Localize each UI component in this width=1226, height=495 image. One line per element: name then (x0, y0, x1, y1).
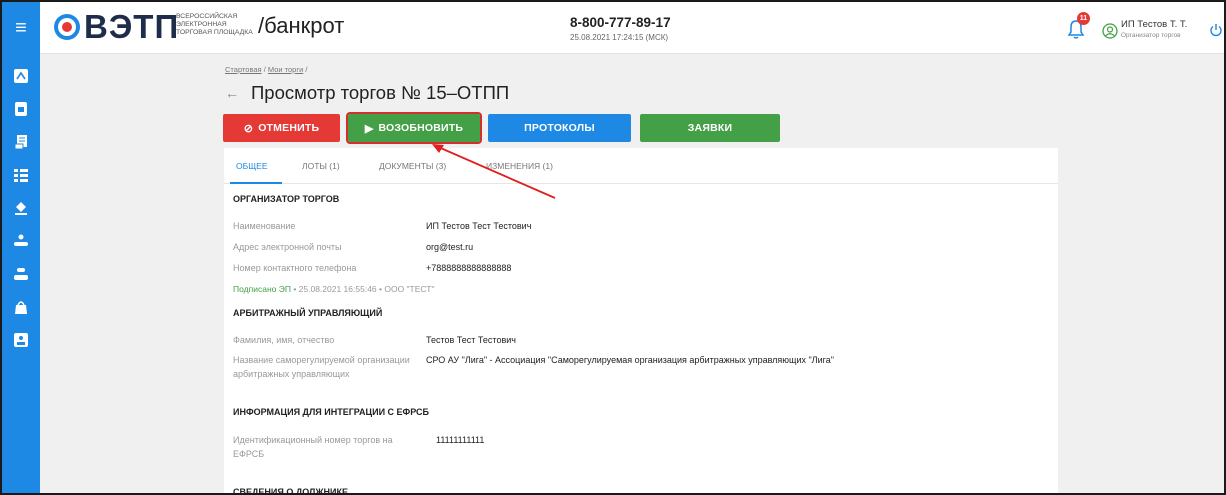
breadcrumb-my-auctions-link[interactable]: Мои торги (268, 65, 303, 74)
cancel-auction-button[interactable]: ⊘ ОТМЕНИТЬ (223, 114, 340, 142)
protocols-label: ПРОТОКОЛЫ (524, 122, 595, 134)
active-tab-indicator (230, 182, 282, 184)
receipt-icon (14, 135, 27, 150)
bag-icon (15, 301, 27, 314)
document-icon (15, 102, 27, 116)
top-header: ≡ ВЭТП ВСЕРОССИЙСКАЯ ЭЛЕКТРОННАЯ ТОРГОВА… (2, 2, 1224, 54)
auction-details-panel: ОБЩЕЕ ЛОТЫ (1) ДОКУМЕНТЫ (3) ИЗМЕНЕНИЯ (… (224, 148, 1058, 495)
field-label: Адрес электронной почты (233, 242, 342, 252)
hand-icon (14, 234, 28, 246)
sidebar-item-receipts[interactable] (11, 132, 31, 152)
list-icon (14, 169, 28, 182)
page-title: Просмотр торгов № 15–ОТПП (251, 82, 510, 103)
signature-info: Подписано ЭП • 25.08.2021 16:55:46 • ООО… (233, 284, 434, 294)
power-icon[interactable] (1208, 22, 1224, 38)
tab-general[interactable]: ОБЩЕЕ (236, 161, 268, 171)
breadcrumb-home-link[interactable]: Стартовая (225, 65, 262, 74)
organizer-phone-value: +7888888888888888 (426, 263, 512, 273)
sidebar-item-profile[interactable] (11, 330, 31, 350)
app-frame: ≡ ВЭТП ВСЕРОССИЙСКАЯ ЭЛЕКТРОННАЯ ТОРГОВА… (0, 0, 1226, 495)
notification-badge: 11 (1077, 12, 1090, 25)
logo-text[interactable]: ВЭТП (84, 7, 179, 47)
section-title-manager: АРБИТРАЖНЫЙ УПРАВЛЯЮЩИЙ (233, 308, 383, 318)
manager-fio-value: Тестов Тест Тестович (426, 335, 516, 345)
section-title-efrsb: ИНФОРМАЦИЯ ДЛЯ ИНТЕГРАЦИИ С ЕФРСБ (233, 407, 429, 417)
sidebar (2, 54, 40, 493)
section-title-debtor: СВЕДЕНИЯ О ДОЛЖНИКЕ (233, 487, 348, 495)
efrsb-id-value: 11111111111 (436, 435, 485, 445)
hamburger-icon[interactable]: ≡ (2, 2, 40, 54)
cancel-circle-icon: ⊘ (243, 122, 254, 135)
protocols-button[interactable]: ПРОТОКОЛЫ (488, 114, 631, 142)
logo-mark-icon (54, 14, 80, 40)
logo-subtitle-line: ВСЕРОССИЙСКАЯ (176, 13, 238, 20)
bids-label: ЗАЯВКИ (687, 122, 733, 134)
field-label: Номер контактного телефона (233, 263, 357, 273)
resume-auction-button[interactable]: ▶ ВОЗОБНОВИТЬ (346, 112, 482, 144)
tab-changes[interactable]: ИЗМЕНЕНИЯ (1) (486, 161, 553, 171)
user-icon[interactable] (1102, 23, 1118, 39)
hand-coin-icon (14, 268, 28, 280)
server-datetime: 25.08.2021 17:24:15 (МСК) (570, 33, 669, 42)
bids-button[interactable]: ЗАЯВКИ (640, 114, 780, 142)
sidebar-item-deals[interactable] (11, 231, 31, 251)
signed-details: • 25.08.2021 16:55:46 • ООО "ТЕСТ" (290, 284, 435, 294)
support-phone: 8-800-777-89-17 (570, 15, 671, 30)
field-label: Наименование (233, 221, 296, 231)
play-icon: ▶ (364, 122, 374, 135)
logo-subtitle-line: ТОРГОВАЯ ПЛОЩАДКА (176, 29, 253, 36)
breadcrumb: Стартовая / Мои торги / (225, 65, 307, 74)
sidebar-item-auctions[interactable] (11, 198, 31, 218)
field-label: Идентификационный номер торгов на ЕФРСБ (233, 435, 393, 459)
id-card-icon (14, 333, 28, 347)
section-title-organizer: ОРГАНИЗАТОР ТОРГОВ (233, 194, 340, 204)
sidebar-item-bag[interactable] (11, 297, 31, 317)
auction-icon (15, 202, 27, 215)
sidebar-item-lists[interactable] (11, 165, 31, 185)
tab-bar: ОБЩЕЕ ЛОТЫ (1) ДОКУМЕНТЫ (3) ИЗМЕНЕНИЯ (… (224, 148, 1058, 184)
breadcrumb-separator: / (305, 65, 308, 74)
logo-subtitle: ВСЕРОССИЙСКАЯ ЭЛЕКТРОННАЯ ТОРГОВАЯ ПЛОЩА… (176, 13, 253, 37)
user-role: Организатор торгов (1121, 32, 1181, 39)
field-label: Фамилия, имя, отчество (233, 335, 335, 345)
manager-sro-value: СРО АУ "Лига" - Ассоциация "Саморегулиру… (426, 355, 834, 365)
page-header: ← Просмотр торгов № 15–ОТПП (225, 81, 509, 105)
logo-subtitle-line: ЭЛЕКТРОННАЯ (176, 21, 227, 28)
dashboard-icon (14, 69, 28, 83)
organizer-name-value: ИП Тестов Тест Тестович (426, 221, 532, 231)
field-label: Название саморегулируемой организации ар… (233, 355, 410, 379)
user-name[interactable]: ИП Тестов Т. Т. (1121, 19, 1187, 30)
sidebar-item-documents[interactable] (11, 99, 31, 119)
resume-label: ВОЗОБНОВИТЬ (378, 122, 464, 134)
signed-status: Подписано ЭП (233, 284, 291, 294)
cancel-label: ОТМЕНИТЬ (258, 122, 320, 134)
tab-documents[interactable]: ДОКУМЕНТЫ (3) (379, 161, 446, 171)
sidebar-item-dashboard[interactable] (11, 66, 31, 86)
section-name: /банкрот (258, 13, 345, 38)
sidebar-item-payments[interactable] (11, 264, 31, 284)
back-arrow-icon[interactable]: ← (225, 85, 239, 101)
tab-lots[interactable]: ЛОТЫ (1) (302, 161, 340, 171)
organizer-email-value: org@test.ru (426, 242, 474, 252)
